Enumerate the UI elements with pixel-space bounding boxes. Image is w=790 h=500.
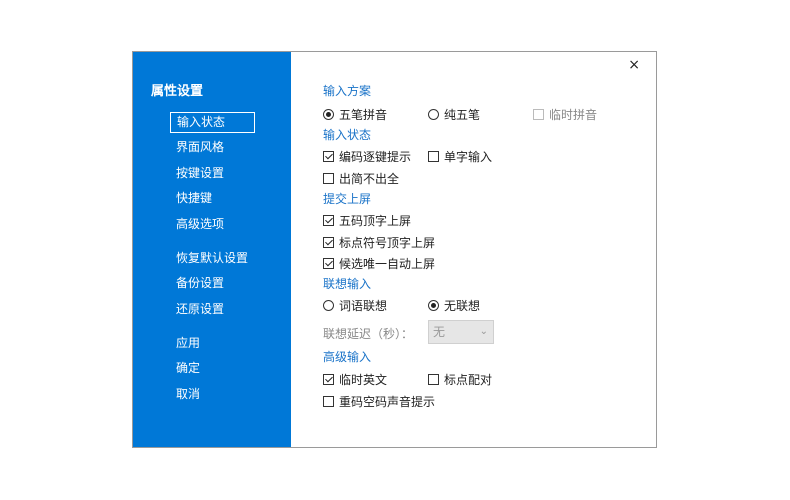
checkbox-label: 临时拼音	[549, 108, 598, 122]
checkbox-temp-english[interactable]: 临时英文	[323, 371, 387, 388]
radio-word-assoc[interactable]: 词语联想	[323, 297, 387, 314]
checkbox-temp-pinyin[interactable]: 临时拼音	[533, 106, 597, 123]
radio-label: 五笔拼音	[339, 108, 388, 122]
restore-defaults-button[interactable]: 恢复默认设置	[170, 248, 255, 269]
checkbox-box[interactable]	[323, 396, 334, 407]
checkbox-punct-top[interactable]: 标点符号顶字上屏	[323, 234, 435, 251]
restore-settings-button[interactable]: 还原设置	[170, 299, 255, 320]
checkbox-box[interactable]	[323, 374, 334, 385]
checkbox-single-char[interactable]: 单字输入	[428, 148, 492, 165]
checkbox-box[interactable]	[428, 151, 439, 162]
radio-no-assoc[interactable]: 无联想	[428, 297, 480, 314]
assoc-delay-value: 无	[433, 325, 446, 339]
checkbox-punct-pair[interactable]: 标点配对	[428, 371, 492, 388]
assoc-delay-select[interactable]: 无 ⌄	[428, 320, 494, 344]
checkbox-box[interactable]	[323, 215, 334, 226]
radio-pure-wubi[interactable]: 纯五笔	[428, 106, 480, 123]
checkbox-box[interactable]	[323, 151, 334, 162]
checkbox-label: 标点配对	[444, 373, 493, 387]
sidebar-title: 属性设置	[151, 84, 204, 99]
assoc-delay-label: 联想延迟（秒）：	[323, 327, 414, 341]
checkbox-unique-auto[interactable]: 候选唯一自动上屏	[323, 255, 435, 272]
checkbox-box[interactable]	[323, 237, 334, 248]
sidebar-item-ui-style[interactable]: 界面风格	[170, 137, 255, 158]
ok-button[interactable]: 确定	[170, 358, 255, 379]
radio-label: 词语联想	[339, 299, 388, 313]
checkbox-label: 单字输入	[444, 150, 493, 164]
checkbox-box[interactable]	[428, 374, 439, 385]
settings-dialog: 属性设置 输入状态 界面风格 按键设置 快捷键 高级选项 恢复默认设置 备份设置…	[132, 51, 657, 448]
checkbox-label: 五码顶字上屏	[339, 214, 412, 228]
sidebar-item-input-state[interactable]: 输入状态	[170, 112, 255, 133]
checkbox-box[interactable]	[533, 109, 544, 120]
checkbox-dup-sound[interactable]: 重码空码声音提示	[323, 393, 435, 410]
sidebar-item-shortcuts[interactable]: 快捷键	[170, 188, 255, 209]
checkbox-box[interactable]	[323, 173, 334, 184]
close-icon[interactable]: ×	[628, 57, 640, 73]
checkbox-no-simple[interactable]: 出简不出全	[323, 170, 399, 187]
section-input-scheme: 输入方案	[323, 84, 372, 98]
sidebar-item-key-settings[interactable]: 按键设置	[170, 163, 255, 184]
checkbox-label: 标点符号顶字上屏	[339, 236, 436, 250]
radio-wubi-pinyin[interactable]: 五笔拼音	[323, 106, 387, 123]
section-advanced: 高级输入	[323, 350, 372, 364]
radio-dot[interactable]	[323, 109, 334, 120]
checkbox-label: 候选唯一自动上屏	[339, 257, 436, 271]
radio-label: 纯五笔	[444, 108, 481, 122]
sidebar-item-advanced[interactable]: 高级选项	[170, 214, 255, 235]
radio-dot[interactable]	[323, 300, 334, 311]
checkbox-code-hint[interactable]: 编码逐键提示	[323, 148, 411, 165]
checkbox-label: 出简不出全	[339, 172, 400, 186]
section-association: 联想输入	[323, 277, 372, 291]
radio-dot[interactable]	[428, 300, 439, 311]
chevron-down-icon: ⌄	[479, 326, 488, 337]
radio-dot[interactable]	[428, 109, 439, 120]
backup-settings-button[interactable]: 备份设置	[170, 273, 255, 294]
section-commit: 提交上屏	[323, 192, 372, 206]
checkbox-five-code[interactable]: 五码顶字上屏	[323, 212, 411, 229]
cancel-button[interactable]: 取消	[170, 384, 255, 405]
checkbox-label: 临时英文	[339, 373, 388, 387]
checkbox-label: 重码空码声音提示	[339, 395, 436, 409]
apply-button[interactable]: 应用	[170, 333, 255, 354]
section-input-state: 输入状态	[323, 128, 372, 142]
checkbox-box[interactable]	[323, 258, 334, 269]
checkbox-label: 编码逐键提示	[339, 150, 412, 164]
sidebar: 属性设置 输入状态 界面风格 按键设置 快捷键 高级选项 恢复默认设置 备份设置…	[133, 52, 291, 447]
radio-label: 无联想	[444, 299, 481, 313]
